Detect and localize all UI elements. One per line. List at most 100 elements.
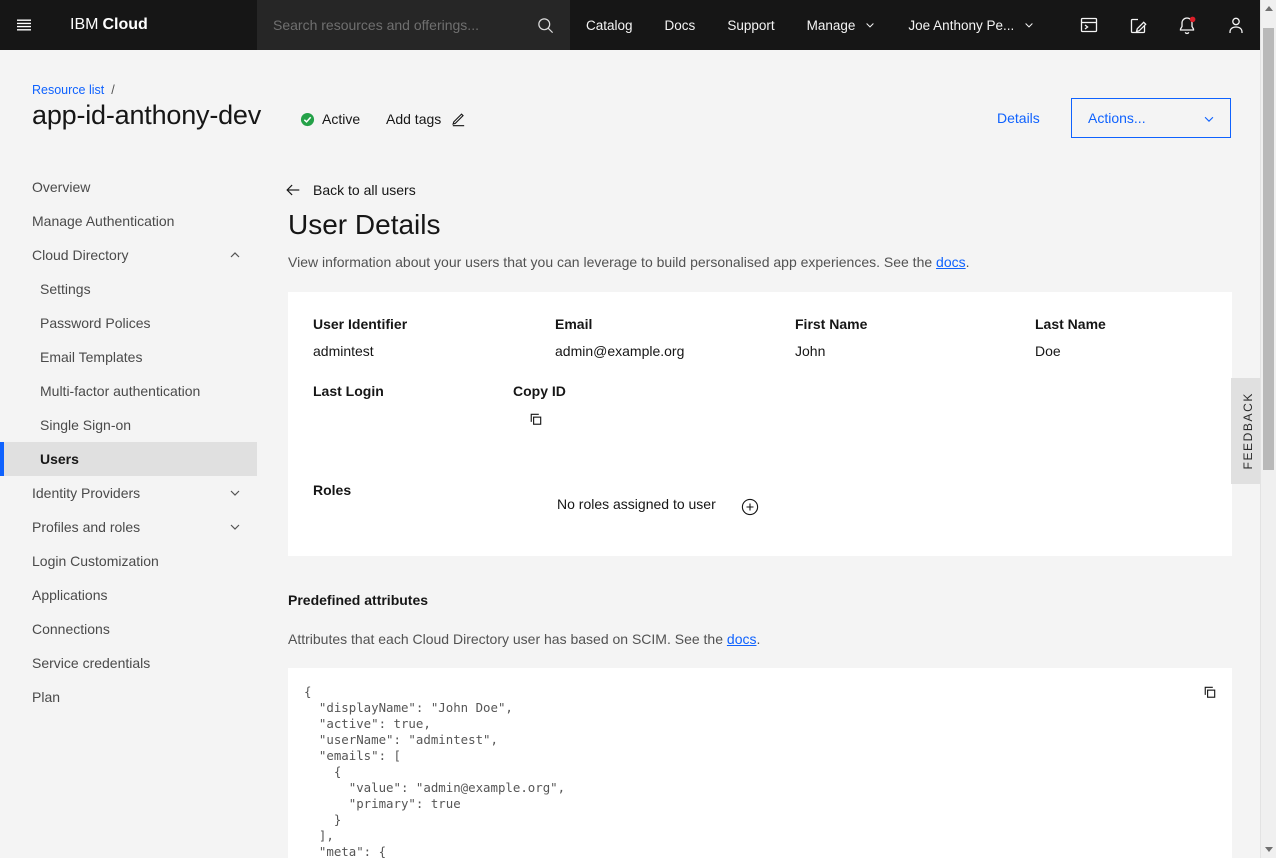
back-label: Back to all users [313,182,416,198]
sidebar-item-users[interactable]: Users [0,442,257,476]
sidebar-item-label: Manage Authentication [32,213,174,229]
code-line: "value": "admin@example.org", [304,780,565,796]
breadcrumb: Resource list/ [32,83,115,97]
web-terminal-button[interactable] [1064,0,1113,50]
user-details-title: User Details [288,209,440,241]
sidebar-item-single-sign-on[interactable]: Single Sign-on [0,408,257,442]
manage-label: Manage [807,18,856,33]
sidebar-item-label: Identity Providers [32,485,140,501]
sidebar-item-label: Overview [32,179,90,195]
header-nav-support[interactable]: Support [711,0,790,50]
chevron-down-icon [227,485,243,501]
code-line: { [304,684,565,700]
add-role-button[interactable] [734,491,766,523]
sidebar-item-settings[interactable]: Settings [0,272,257,306]
field-value: admin@example.org [555,343,684,359]
account-menu[interactable]: Joe Anthony Pe... [892,0,1051,50]
arrow-left-icon [284,181,302,199]
sidebar-item-email-templates[interactable]: Email Templates [0,340,257,374]
sidebar-item-password-polices[interactable]: Password Polices [0,306,257,340]
sidebar-item-label: Email Templates [40,349,142,365]
copy-id-button[interactable] [519,403,551,435]
field-first-name: First NameJohn [795,316,867,332]
sidebar-nav: Overview Manage Authentication Cloud Direc… [0,170,257,714]
sidebar-item-service-credentials[interactable]: Service credentials [0,646,257,680]
sidebar-item-label: Users [40,451,79,467]
sidebar-item-cloud-directory[interactable]: Cloud Directory [0,238,257,272]
copy-id-label: Copy ID [513,383,566,399]
header-icon-buttons [1064,0,1260,50]
sidebar-item-plan[interactable]: Plan [0,680,257,714]
sidebar-item-label: Login Customization [32,553,159,569]
roles-label: Roles [313,482,351,498]
web-terminal-icon [1078,14,1100,36]
sidebar-item-connections[interactable]: Connections [0,612,257,646]
actions-label: Actions... [1088,110,1146,126]
copy-icon [527,411,544,428]
header-nav-docs[interactable]: Docs [649,0,712,50]
add-tags-label: Add tags [386,111,441,127]
sidebar-item-applications[interactable]: Applications [0,578,257,612]
user-info-card: User IdentifieradmintestEmailadmin@examp… [288,292,1232,556]
copy-code-button[interactable] [1197,680,1221,704]
description-text: View information about your users that y… [288,254,936,270]
code-line: "primary": true [304,796,565,812]
status-label: Active [322,111,360,127]
code-line: { [304,764,565,780]
sidebar-item-label: Settings [40,281,91,297]
menu-button[interactable] [12,13,36,37]
code-line: "displayName": "John Doe", [304,700,565,716]
scrollbar[interactable] [1260,0,1276,858]
notifications-button[interactable] [1162,0,1211,50]
code-line: "meta": { [304,844,565,858]
field-last-name: Last NameDoe [1035,316,1106,332]
avatar-button[interactable] [1211,0,1260,50]
edit-icon [1127,14,1149,36]
code-line: } [304,812,565,828]
chevron-down-icon [864,19,876,31]
sidebar-item-label: Applications [32,587,108,603]
sidebar-item-label: Multi-factor authentication [40,383,200,399]
field-value: admintest [313,343,374,359]
sidebar-item-identity-providers[interactable]: Identity Providers [0,476,257,510]
search-icon [536,16,555,35]
sidebar-item-label: Password Polices [40,315,151,331]
sidebar-item-manage-authentication[interactable]: Manage Authentication [0,204,257,238]
feedback-edit-button[interactable] [1113,0,1162,50]
header-nav-catalog[interactable]: Catalog [570,0,649,50]
actions-dropdown[interactable]: Actions... [1071,98,1231,138]
chevron-down-icon [1023,19,1035,31]
sidebar-item-multi-factor-authentication[interactable]: Multi-factor authentication [0,374,257,408]
scim-code-block: { "displayName": "John Doe", "active": t… [288,668,1232,858]
brand-logo[interactable]: IBMCloud [70,0,148,50]
details-link[interactable]: Details [997,110,1040,126]
sidebar-item-overview[interactable]: Overview [0,170,257,204]
back-to-all-users-link[interactable]: Back to all users [284,181,416,199]
scrollbar-down-arrow[interactable] [1265,847,1273,852]
add-tags-button[interactable]: Add tags [386,110,467,127]
last-login-label: Last Login [313,383,384,399]
chevron-up-icon [227,247,243,263]
notification-dot [1189,17,1195,23]
manage-menu[interactable]: Manage [791,0,893,50]
search-input[interactable] [257,0,520,50]
field-label: First Name [795,316,867,332]
breadcrumb-resource-list-link[interactable]: Resource list [32,83,104,97]
scrollbar-up-arrow[interactable] [1265,6,1273,11]
sidebar-item-profiles-and-roles[interactable]: Profiles and roles [0,510,257,544]
predefined-suffix: . [756,631,760,647]
search-button[interactable] [520,0,570,50]
code-line: "userName": "admintest", [304,732,565,748]
user-avatar-icon [1225,14,1247,36]
sidebar-item-label: Cloud Directory [32,247,128,263]
sidebar-item-login-customization[interactable]: Login Customization [0,544,257,578]
hamburger-icon [14,15,34,35]
header: IBMCloud CatalogDocsSupport Manage Joe A… [0,0,1260,50]
field-value: Doe [1035,343,1061,359]
field-label: Last Name [1035,316,1106,332]
feedback-label: FEEDBACK [1241,392,1255,469]
roles-empty-text: No roles assigned to user [557,496,716,512]
docs-link[interactable]: docs [727,631,757,647]
docs-link[interactable]: docs [936,254,966,270]
scrollbar-thumb[interactable] [1263,28,1274,470]
